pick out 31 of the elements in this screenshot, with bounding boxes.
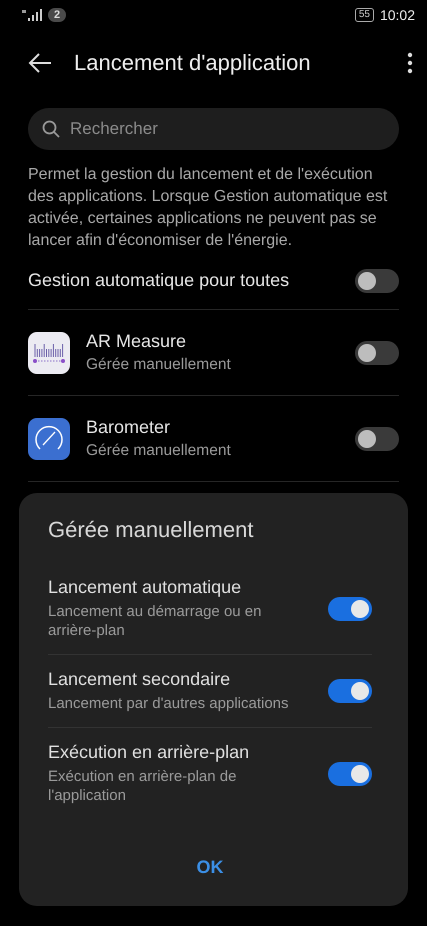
notification-count: 2: [48, 8, 66, 22]
search-field[interactable]: Rechercher: [28, 108, 399, 150]
option-label: Exécution en arrière-plan: [48, 742, 250, 763]
battery-level: 55: [354, 8, 374, 22]
description-text: Permet la gestion du lancement et de l'exécution des applications. Lorsque Gestion automatique est activée, certaines applications ne peuvent pas se lancer afin d'économiser de l'énergie.: [28, 165, 388, 251]
option-label: Lancement automatique: [48, 577, 242, 598]
app-name: Barometer: [86, 417, 172, 438]
toggle-switch[interactable]: [355, 268, 399, 292]
toggle-switch[interactable]: [355, 340, 399, 364]
app-name: AR Measure: [86, 331, 188, 352]
ok-button[interactable]: OK: [180, 851, 240, 884]
clock: 10:02: [380, 7, 415, 23]
signal-icon: [22, 9, 42, 21]
option-description: Exécution en arrière-plan de l'application: [48, 767, 238, 805]
toggle-switch[interactable]: [328, 762, 372, 786]
page-title: Lancement d'application: [74, 50, 312, 76]
search-icon: [42, 120, 60, 138]
option-description: Lancement par d'autres applications: [48, 694, 290, 713]
setting-label: Gestion automatique pour toutes: [28, 270, 290, 291]
back-button[interactable]: [28, 52, 52, 74]
more-options-button[interactable]: [407, 52, 413, 74]
gauge-app-icon: [28, 418, 70, 460]
toggle-switch[interactable]: [328, 679, 372, 703]
app-status: Gérée manuellement: [86, 442, 232, 460]
option-description: Lancement au démarrage ou en arrière-plan: [48, 602, 262, 640]
toggle-switch[interactable]: [355, 426, 399, 450]
ruler-app-icon: [28, 332, 70, 374]
app-status: Gérée manuellement: [86, 356, 232, 374]
option-label: Lancement secondaire: [48, 669, 232, 690]
dialog-title: Gérée manuellement: [48, 517, 254, 543]
toggle-switch[interactable]: [328, 596, 372, 620]
